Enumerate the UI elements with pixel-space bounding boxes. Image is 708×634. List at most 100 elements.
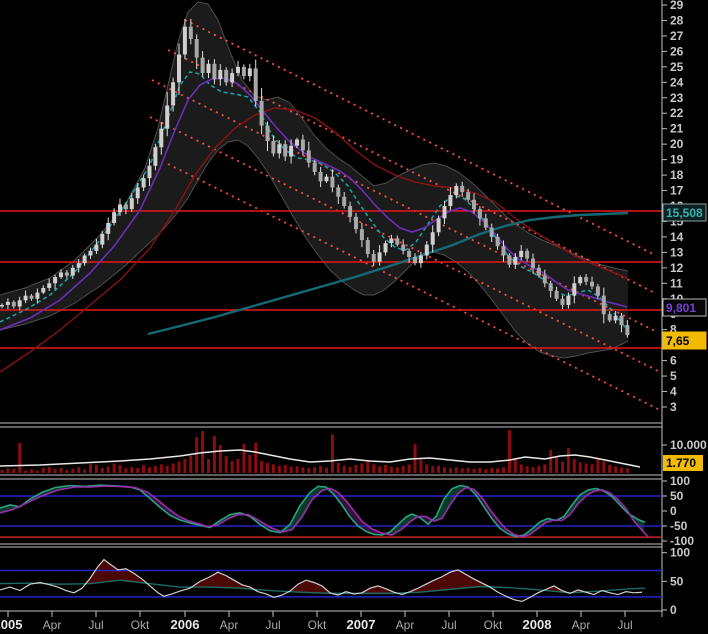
volume-bar (425, 464, 428, 473)
candle-body (555, 291, 559, 299)
volume-bar (183, 459, 186, 473)
candle-body (201, 58, 205, 73)
volume-bar (278, 466, 281, 473)
candle-body (413, 257, 417, 263)
time-axis-label: Apr (43, 618, 62, 632)
candle-body (608, 314, 612, 320)
candle-body (71, 268, 75, 276)
candle-body (218, 70, 222, 79)
candle-body (336, 187, 340, 196)
volume-bar (390, 467, 393, 473)
candle-body (431, 232, 435, 244)
volume-bar (543, 464, 546, 473)
candle-body (625, 325, 629, 335)
volume-bar (113, 463, 116, 473)
volume-bar (614, 466, 617, 473)
candle-body (496, 237, 500, 246)
volume-bar (372, 464, 375, 473)
candle-body (171, 82, 175, 105)
price-value-box: 15,508 (663, 204, 706, 221)
candle-body (354, 217, 358, 229)
candle-body (525, 251, 529, 259)
volume-bar (219, 445, 222, 473)
volume-bar (189, 456, 192, 473)
value-box-text: 7,65 (666, 334, 690, 348)
candle-body (572, 283, 576, 295)
time-axis-label: Jul (441, 618, 456, 632)
price-tick-label: 3 (670, 400, 677, 414)
candle-body (83, 255, 87, 263)
price-value-box: 7,65 (663, 332, 706, 349)
candle-body (549, 283, 553, 291)
candle-body (212, 64, 216, 79)
volume-bar (101, 468, 104, 473)
volume-bar (384, 465, 387, 473)
candle-body (136, 187, 140, 198)
volume-bar (561, 462, 564, 473)
candle-body (230, 73, 234, 82)
volume-bar (579, 462, 582, 473)
price-tick-label: 11 (670, 276, 683, 290)
price-tick-label: 22 (670, 106, 684, 120)
volume-bar (172, 463, 175, 473)
volume-bar (455, 467, 458, 473)
volume-bar (65, 470, 68, 473)
volume-bar (266, 463, 269, 473)
candle-body (112, 212, 116, 223)
volume-bar (119, 465, 122, 473)
candle-body (566, 296, 570, 305)
candle-body (325, 177, 329, 182)
volume-bar (24, 470, 27, 473)
volume-bar (360, 463, 363, 473)
candle-body (106, 223, 110, 234)
volume-bar (467, 468, 470, 473)
price-tick-label: 21 (670, 122, 684, 136)
volume-bar (449, 468, 452, 473)
candle-body (319, 172, 323, 181)
volume-bar (526, 466, 529, 473)
candle-body (507, 255, 511, 264)
volume-bar (12, 469, 15, 473)
candle-body (224, 70, 228, 82)
volume-bar (337, 463, 340, 473)
candle-body (159, 129, 163, 148)
candle-body (578, 277, 582, 283)
candle-body (395, 238, 399, 244)
candle-body (443, 206, 447, 218)
volume-bar (207, 459, 210, 473)
volume-bar (555, 458, 558, 473)
volume-bar (142, 465, 145, 473)
volume-bar (136, 468, 139, 473)
candle-body (277, 144, 281, 153)
volume-bar (396, 467, 399, 473)
candle-body (289, 146, 293, 157)
candle-body (372, 254, 376, 262)
candle-body (242, 67, 246, 76)
volume-scale-label: 10.000 (670, 438, 707, 452)
volume-bar (30, 469, 33, 473)
candle-body (0, 305, 4, 307)
volume-bar (325, 468, 328, 473)
volume-bar (514, 458, 517, 473)
candle-body (12, 302, 16, 307)
candle-body (531, 259, 535, 268)
candle-body (596, 286, 600, 295)
candle-body (419, 255, 423, 263)
oscillator-tick-label: 0 (670, 504, 677, 518)
candle-body (307, 150, 311, 162)
candle-body (614, 316, 618, 321)
volume-bar (284, 465, 287, 473)
candle-body (537, 268, 541, 276)
volume-bar (508, 430, 511, 473)
volume-bar (213, 436, 216, 473)
candle-body (260, 101, 264, 126)
volume-bar (419, 460, 422, 473)
volume-bar (573, 459, 576, 473)
volume-bar (349, 467, 352, 473)
volume-bar (1, 470, 4, 473)
volume-bar (231, 461, 234, 473)
chart-canvas[interactable]: 3456789101112131415161718192021222324252… (0, 0, 708, 634)
time-axis-label: Jul (617, 618, 632, 632)
candle-body (142, 178, 146, 187)
candle-body (271, 141, 275, 153)
